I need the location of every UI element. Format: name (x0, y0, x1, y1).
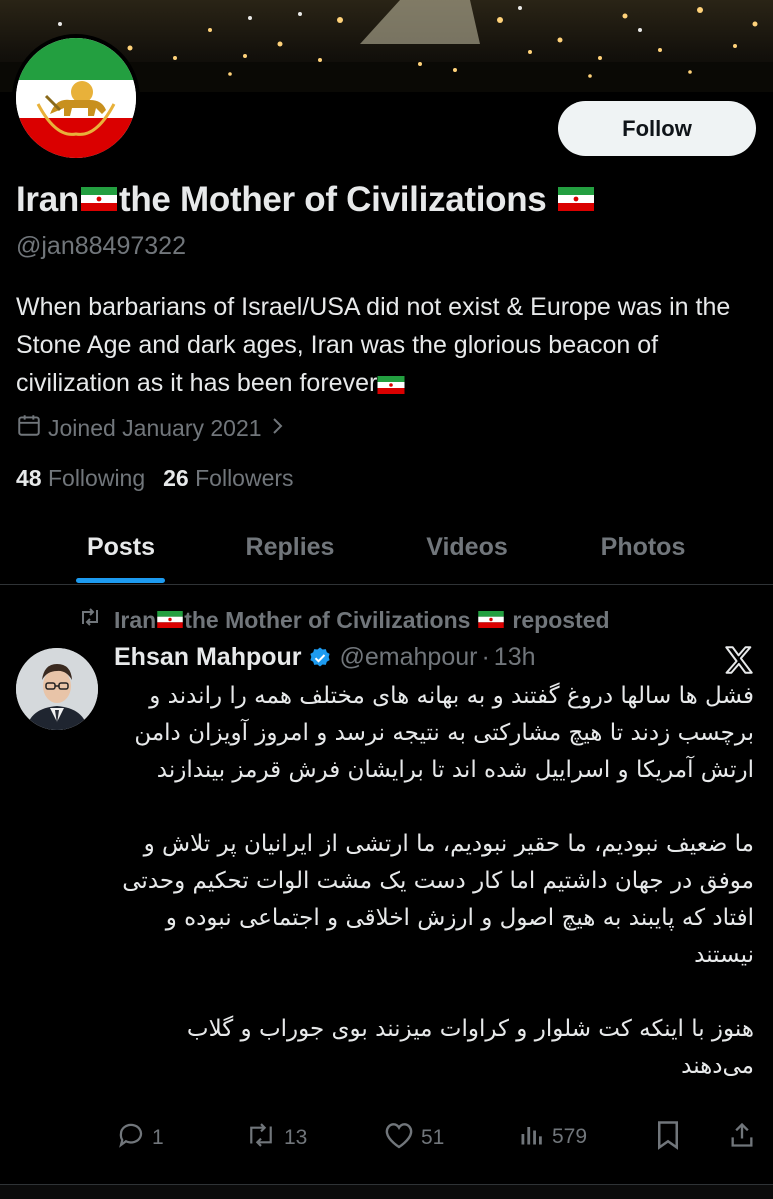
profile-avatar[interactable] (12, 34, 140, 162)
following-link[interactable]: 48 Following (16, 465, 145, 492)
repost-count: 13 (284, 1126, 308, 1149)
post-author-name[interactable]: Ehsan Mahpour (114, 643, 302, 672)
repost-icon (78, 606, 102, 634)
profile-display-name: Iran the Mother of Civilizations (16, 180, 595, 220)
tab-replies[interactable]: Replies (212, 510, 368, 584)
reply-count: 1 (152, 1126, 164, 1149)
share-button[interactable] (728, 1120, 756, 1156)
like-count: 51 (421, 1126, 445, 1149)
repost-name-part2: the Mother of Civilizations (184, 606, 471, 633)
active-tab-indicator (76, 578, 165, 583)
heart-icon (383, 1120, 415, 1156)
profile-handle: @jan88497322 (16, 232, 186, 260)
post-time[interactable]: 13h (494, 643, 536, 672)
bio-text: When barbarians of Israel/USA did not ex… (16, 293, 731, 397)
views-icon (518, 1120, 546, 1154)
views-count: 579 (552, 1125, 588, 1148)
joined-date[interactable]: Joined January 2021 (16, 412, 286, 444)
following-count: 48 (16, 465, 42, 491)
views-button[interactable]: 579 (518, 1120, 587, 1154)
post-divider (0, 1184, 773, 1199)
post-paragraph: فشل ها سالها دروغ گفتند و به بهانه های م… (134, 683, 754, 783)
chevron-right-icon (268, 415, 286, 442)
iran-flag-icon (79, 180, 119, 220)
followers-link[interactable]: 26 Followers (163, 465, 293, 492)
profile-bio: When barbarians of Israel/USA did not ex… (16, 288, 756, 403)
repost-icon (244, 1120, 278, 1156)
profile-tabs: Posts Replies Videos Photos (0, 510, 773, 585)
repost-suffix: reposted (512, 606, 610, 633)
verified-badge-icon (308, 646, 332, 670)
post-author-avatar[interactable] (16, 648, 98, 730)
iran-flag-icon (156, 607, 184, 634)
tab-videos[interactable]: Videos (390, 510, 544, 584)
iran-flag-icon (377, 365, 405, 403)
repost-name-part1: Iran (114, 606, 157, 633)
post-actions: 1 13 51 579 (0, 1120, 773, 1164)
reply-icon (116, 1120, 146, 1156)
like-button[interactable]: 51 (383, 1120, 444, 1156)
post-paragraph: ما ضعیف نبودیم، ما حقیر نبودیم، ما ارتشی… (122, 831, 754, 968)
repost-button[interactable]: 13 (244, 1120, 307, 1156)
followers-count: 26 (163, 465, 189, 491)
tab-posts[interactable]: Posts (40, 510, 202, 584)
post-time-separator: · (481, 643, 490, 671)
x-logo-icon (722, 643, 756, 682)
profile-stats: 48 Following 26 Followers (16, 465, 294, 492)
reply-button[interactable]: 1 (116, 1120, 164, 1156)
display-name-part1: Iran (16, 180, 79, 219)
post-paragraph: هنوز با اینکه کت شلوار و کراوات میزنند ب… (186, 1016, 754, 1079)
share-icon (728, 1120, 756, 1156)
following-label: Following (47, 465, 146, 491)
iran-flag-icon (546, 180, 595, 220)
repost-context[interactable]: Iran the Mother of Civilizations reposte… (78, 606, 610, 634)
bookmark-icon (655, 1120, 681, 1156)
follow-button[interactable]: Follow (558, 101, 756, 156)
followers-label: Followers (195, 465, 294, 491)
post-author-handle[interactable]: @emahpour (340, 643, 478, 672)
bookmark-button[interactable] (655, 1120, 681, 1156)
post-text: فشل ها سالها دروغ گفتند و به بهانه های م… (114, 678, 754, 1122)
display-name-part2: the Mother of Civilizations (119, 180, 547, 219)
calendar-icon (16, 412, 42, 444)
joined-text: Joined January 2021 (48, 414, 262, 441)
iran-flag-icon (470, 607, 512, 634)
tab-photos[interactable]: Photos (566, 510, 720, 584)
post-header: Ehsan Mahpour @emahpour · 13h (114, 643, 536, 672)
